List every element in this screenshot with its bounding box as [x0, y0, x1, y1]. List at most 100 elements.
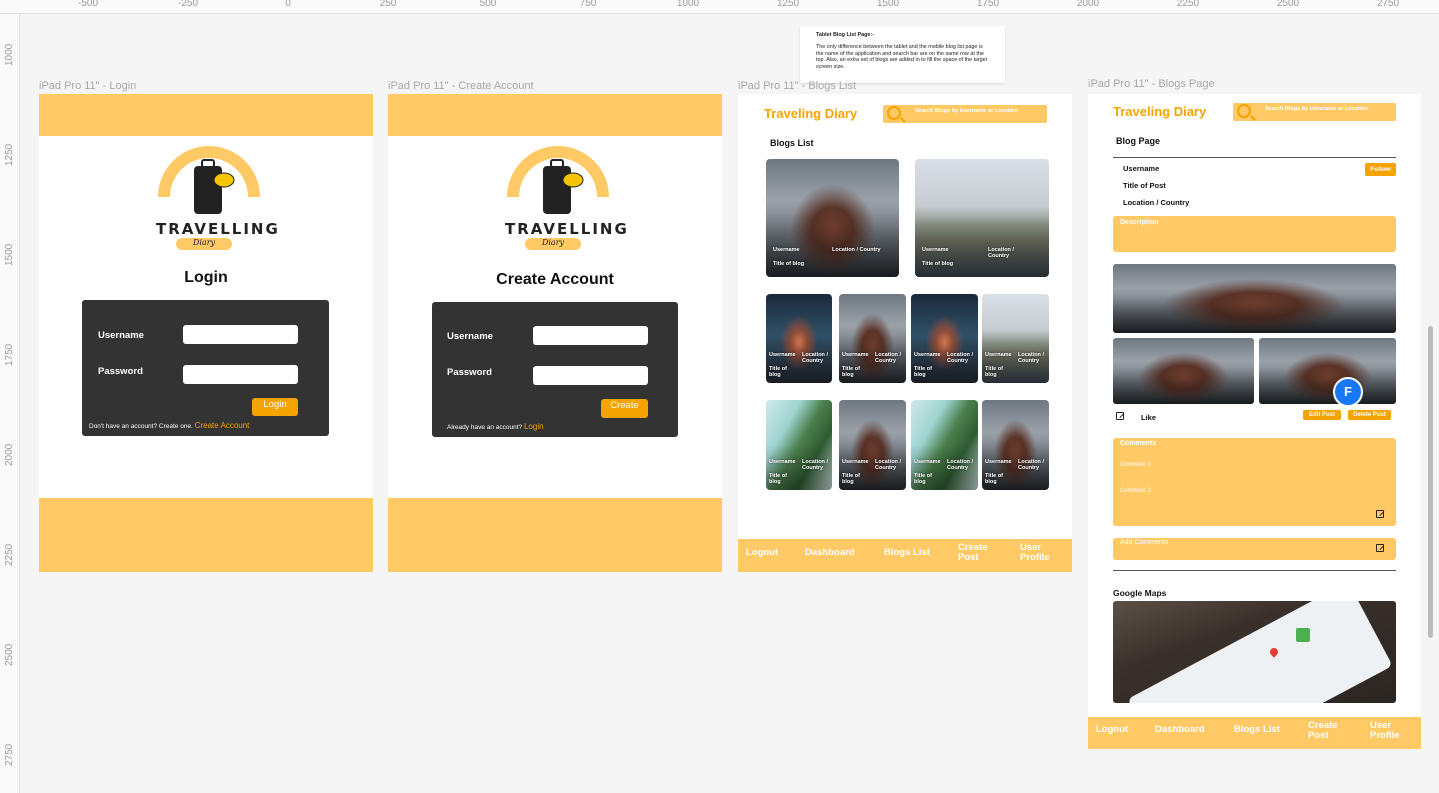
blog-username: Username [914, 459, 941, 465]
blog-card-large[interactable]: Username Location / Country Title of blo… [915, 159, 1049, 277]
blog-title: Title of blog [914, 473, 932, 486]
search-placeholder: Search Blogs by Username or Location [915, 108, 1018, 114]
edit-icon[interactable] [1116, 412, 1124, 420]
blog-card-small[interactable]: Username Location / Country Title of blo… [766, 400, 832, 490]
login-button[interactable]: Login [252, 398, 298, 416]
submit-comment-icon[interactable] [1376, 544, 1384, 552]
logo-emblem-icon [507, 146, 609, 214]
description-box[interactable]: Description [1113, 216, 1396, 252]
frame-label-create-account[interactable]: iPad Pro 11" - Create Account [388, 80, 534, 92]
ruler-tick: 1000 [4, 43, 15, 66]
nav-logout[interactable]: Logout [1096, 725, 1128, 735]
ruler-tick: 1500 [4, 243, 15, 266]
nav-user-profile[interactable]: User Profile [1020, 543, 1056, 563]
ruler-top: -500 -250 0 250 500 750 1000 1250 1500 1… [0, 0, 1439, 14]
nav-user-profile[interactable]: User Profile [1370, 721, 1406, 741]
frame-label-blogs-list[interactable]: iPad Pro 11" - Blogs List [738, 80, 856, 92]
blog-username: Username [773, 247, 800, 253]
note-body: The only difference between the tablet a… [816, 43, 988, 70]
ruler-left: 1000 1250 1500 1750 2000 2250 2500 2750 [0, 14, 20, 793]
sticky-note[interactable]: Tablet Blog List Page:- The only differe… [800, 26, 1005, 83]
frame-create-account[interactable]: TRAVELLING Diary Create Account Username… [388, 94, 722, 572]
blog-username: Username [769, 352, 796, 358]
blog-card-small[interactable]: Username Location / Country Title of blo… [911, 294, 978, 383]
nav-blogs-list[interactable]: Blogs List [884, 548, 930, 558]
frame-label-login[interactable]: iPad Pro 11" - Login [39, 80, 136, 92]
login-link[interactable]: Login [524, 422, 544, 431]
search-bar[interactable]: Search Blogs by Username or Location [883, 105, 1047, 123]
app-title[interactable]: Traveling Diary [764, 106, 857, 121]
ruler-tick: 2000 [4, 443, 15, 466]
post-title: Title of Post [1123, 181, 1166, 190]
frame-login[interactable]: TRAVELLING Diary Login Username Password… [39, 94, 373, 572]
blog-location: Location / Country [988, 247, 1014, 260]
username-input[interactable] [183, 325, 298, 344]
post-username: Username [1123, 164, 1160, 173]
nav-logout[interactable]: Logout [746, 548, 778, 558]
header-band [388, 94, 722, 136]
canvas-scrollbar[interactable] [1428, 326, 1433, 638]
frame-blogs-list[interactable]: Traveling Diary Search Blogs by Username… [738, 94, 1072, 572]
like-button[interactable]: Like [1141, 413, 1156, 422]
frame-label-blogs-page[interactable]: iPad Pro 11" - Blogs Page [1088, 78, 1215, 90]
blog-card-small[interactable]: Username Location / Country Title of blo… [982, 294, 1049, 383]
ruler-tick: -250 [177, 0, 199, 9]
delete-post-button[interactable]: Delete Post [1348, 410, 1391, 420]
create-account-card: Username Password Create Already have an… [432, 302, 678, 437]
app-title[interactable]: Traveling Diary [1113, 104, 1206, 119]
ruler-tick: 1500 [876, 0, 900, 9]
comments-box: Comments Comment 1 Comment 2 [1113, 438, 1396, 526]
section-title: Blogs List [770, 138, 814, 148]
ruler-tick: 2500 [4, 643, 15, 666]
frame-blogs-page[interactable]: Traveling Diary Search Blogs by Username… [1088, 94, 1421, 749]
nav-create-post[interactable]: Create Post [958, 543, 994, 563]
post-image-thumb[interactable] [1259, 338, 1396, 404]
follow-button[interactable]: Follow [1365, 163, 1396, 176]
nav-dashboard[interactable]: Dashboard [805, 548, 855, 558]
username-input[interactable] [533, 326, 648, 345]
edit-post-button[interactable]: Edit Post [1303, 410, 1341, 420]
add-comments-placeholder: Add Comments [1120, 539, 1169, 546]
ruler-tick: 2000 [1076, 0, 1100, 9]
blog-card-small[interactable]: Username Location / Country Title of blo… [839, 400, 906, 490]
post-image-thumb[interactable] [1113, 338, 1254, 404]
nav-create-post[interactable]: Create Post [1308, 721, 1344, 741]
signup-prompt-text: Don't have an account? Create one. [89, 423, 193, 430]
search-icon [887, 106, 901, 120]
nav-dashboard[interactable]: Dashboard [1155, 725, 1205, 735]
username-label: Username [98, 330, 144, 341]
blog-location: Location / Country [802, 459, 828, 472]
search-bar[interactable]: Search Blogs by Username or Location [1233, 103, 1396, 121]
blog-card-small[interactable]: Username Location / Country Title of blo… [766, 294, 832, 383]
blog-card-small[interactable]: Username Location / Country Title of blo… [839, 294, 906, 383]
blog-card-large[interactable]: Username Location / Country Title of blo… [766, 159, 899, 277]
blog-username: Username [842, 459, 869, 465]
create-button[interactable]: Create [601, 399, 648, 418]
avatar[interactable]: F [1333, 377, 1363, 407]
password-label: Password [98, 366, 143, 377]
password-input[interactable] [183, 365, 298, 384]
footer-band [388, 498, 722, 572]
edit-comment-icon[interactable] [1376, 510, 1384, 518]
search-icon [1237, 104, 1251, 118]
blog-title: Title of blog [842, 473, 860, 486]
post-image-main[interactable] [1113, 264, 1396, 333]
password-label: Password [447, 367, 492, 378]
blog-title: Title of blog [914, 366, 932, 379]
ruler-tick: 0 [285, 0, 291, 9]
create-account-link[interactable]: Create Account [195, 421, 250, 430]
map-phone-screen [1127, 601, 1393, 703]
logo: TRAVELLING Diary [154, 142, 278, 252]
add-comment-input[interactable]: Add Comments [1113, 538, 1396, 560]
ruler-tick: 1750 [976, 0, 1000, 9]
blog-title: Title of blog [985, 366, 1003, 379]
signup-prompt: Don't have an account? Create one. Creat… [89, 421, 249, 430]
blog-card-small[interactable]: Username Location / Country Title of blo… [911, 400, 978, 490]
logo-word: TRAVELLING [156, 220, 280, 238]
google-map[interactable] [1113, 601, 1396, 703]
password-input[interactable] [533, 366, 648, 385]
blog-card-small[interactable]: Username Location / Country Title of blo… [982, 400, 1049, 490]
ruler-tick: 500 [479, 0, 497, 9]
nav-blogs-list[interactable]: Blogs List [1234, 725, 1280, 735]
blog-title: Title of blog [922, 261, 954, 267]
